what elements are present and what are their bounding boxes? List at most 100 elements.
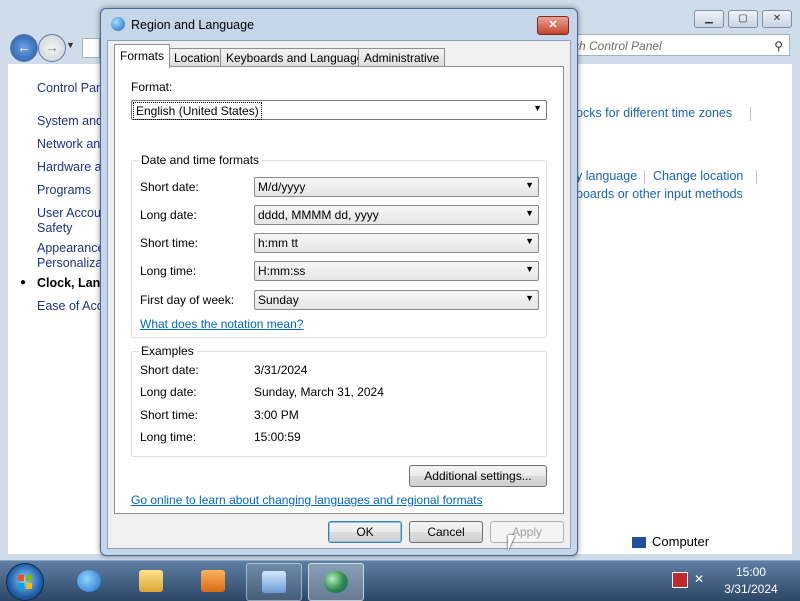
sidebar-item-system-security[interactable]: System and Security	[37, 113, 104, 129]
maximize-button[interactable]: ▢	[728, 10, 758, 28]
cancel-button[interactable]: Cancel	[409, 521, 483, 543]
long-date-label: Long date:	[140, 208, 197, 222]
short-time-select[interactable]: h:mm tt ▼	[254, 233, 539, 253]
computer-icon	[632, 537, 646, 549]
notation-help-link[interactable]: What does the notation mean?	[140, 317, 303, 331]
format-label: Format:	[131, 80, 173, 94]
sidebar-item-programs[interactable]: Programs	[37, 182, 91, 198]
globe-clock-icon	[324, 571, 348, 593]
mouse-pointer-icon	[508, 535, 515, 551]
recent-pages-icon[interactable]: ▼	[66, 40, 75, 50]
chevron-down-icon: ▼	[525, 236, 534, 246]
formats-panel: Format: English (United States) ▼ Date a…	[114, 66, 564, 514]
additional-settings-button[interactable]: Additional settings...	[409, 465, 547, 487]
sidebar-item-user-accounts[interactable]: User Accounts and	[37, 205, 104, 221]
taskbar-clock[interactable]: 15:00 3/31/2024	[716, 564, 786, 598]
short-time-label: Short time:	[140, 236, 199, 250]
sidebar-item-clock-language[interactable]: Clock, Language, and Region	[37, 275, 104, 291]
link-change-location[interactable]: Change location	[653, 169, 743, 183]
search-icon[interactable]: ⚲	[774, 35, 783, 57]
date-time-formats-title: Date and time formats	[138, 153, 263, 167]
apply-button[interactable]: Apply	[490, 521, 564, 543]
taskbar-internet-explorer[interactable]	[62, 563, 116, 599]
example-long-date-label: Long date:	[140, 385, 197, 399]
link-keyboards[interactable]: boards or other input methods	[576, 187, 743, 201]
search-input[interactable]: rch Control Panel ⚲	[560, 34, 790, 56]
taskbar-control-panel[interactable]	[246, 563, 302, 601]
chevron-down-icon: ▼	[525, 208, 534, 218]
sidebar-item-user-accounts-line2[interactable]: Safety	[37, 220, 72, 236]
tab-formats[interactable]: Formats	[114, 44, 171, 68]
sidebar-item-home[interactable]: Control Panel Home	[37, 80, 104, 96]
minimize-button[interactable]: ▁	[694, 10, 724, 28]
start-button[interactable]	[6, 563, 44, 601]
globe-icon	[111, 17, 125, 31]
short-date-select[interactable]: M/d/yyyy ▼	[254, 177, 539, 197]
chevron-down-icon: ▼	[525, 180, 534, 190]
example-short-date-value: 3/31/2024	[254, 363, 308, 377]
format-select[interactable]: English (United States) ▼	[131, 100, 547, 120]
ok-button[interactable]: OK	[328, 521, 402, 543]
date-time-formats-group: Date and time formats Short date: M/d/yy…	[131, 153, 547, 338]
example-short-time-value: 3:00 PM	[254, 408, 299, 422]
short-date-label: Short date:	[140, 180, 199, 194]
link-clocks-time-zones[interactable]: ocks for different time zones	[576, 106, 732, 120]
sidebar-item-appearance[interactable]: Appearance and	[37, 240, 104, 256]
search-placeholder: rch Control Panel	[569, 39, 662, 53]
example-long-time-label: Long time:	[140, 430, 197, 444]
tab-location[interactable]: Location	[168, 48, 226, 67]
examples-title: Examples	[138, 344, 197, 358]
short-date-value: M/d/yyyy	[258, 180, 306, 194]
folder-icon	[139, 570, 163, 592]
tab-administrative[interactable]: Administrative	[358, 48, 446, 67]
long-date-select[interactable]: dddd, MMMM dd, yyyy ▼	[254, 205, 539, 225]
format-select-value: English (United States)	[133, 102, 262, 120]
dialog-close-button[interactable]: ✕	[537, 16, 569, 35]
long-time-select[interactable]: H:mm:ss ▼	[254, 261, 539, 281]
region-language-dialog: Region and Language ✕ Formats Location K…	[100, 8, 578, 556]
media-player-icon	[201, 570, 225, 592]
long-time-label: Long time:	[140, 264, 197, 278]
example-long-time-value: 15:00:59	[254, 430, 301, 444]
volume-muted-icon[interactable]: ✕	[694, 572, 708, 586]
first-day-of-week-value: Sunday	[258, 293, 299, 307]
chevron-down-icon: ▼	[533, 103, 542, 113]
status-computer: Computer	[632, 534, 709, 549]
dialog-body: Formats Location Keyboards and Languages…	[107, 40, 571, 549]
example-short-date-label: Short date:	[140, 363, 199, 377]
chevron-down-icon: ▼	[525, 293, 534, 303]
sidebar-item-appearance-line2[interactable]: Personalization	[37, 255, 104, 271]
windows-logo-icon	[18, 575, 32, 589]
back-button[interactable]: ←	[10, 34, 38, 62]
sidebar-item-network[interactable]: Network and Internet	[37, 136, 104, 152]
long-time-value: H:mm:ss	[258, 264, 306, 278]
short-time-value: h:mm tt	[258, 236, 299, 250]
example-long-date-value: Sunday, March 31, 2024	[254, 385, 384, 399]
sidebar-item-hardware[interactable]: Hardware and Sound	[37, 159, 104, 175]
link-separator	[756, 170, 757, 184]
address-bar-icon[interactable]	[82, 38, 100, 58]
taskbar-file-explorer[interactable]	[124, 563, 178, 599]
network-status-icon[interactable]	[672, 572, 688, 588]
link-separator	[644, 170, 645, 184]
chevron-down-icon: ▼	[525, 264, 534, 274]
example-short-time-label: Short time:	[140, 408, 199, 422]
close-window-button[interactable]: ✕	[762, 10, 792, 28]
taskbar-media-player[interactable]	[186, 563, 240, 599]
taskbar-region-language[interactable]	[308, 563, 364, 601]
first-day-of-week-select[interactable]: Sunday ▼	[254, 290, 539, 310]
first-day-of-week-label: First day of week:	[140, 293, 235, 307]
online-help-link[interactable]: Go online to learn about changing langua…	[131, 493, 483, 507]
tab-keyboards-languages[interactable]: Keyboards and Languages	[220, 48, 376, 67]
dialog-title: Region and Language	[131, 18, 255, 32]
control-panel-sidebar: Control Panel Home System and Security N…	[8, 64, 104, 554]
computer-label: Computer	[652, 534, 710, 549]
forward-button[interactable]: →	[38, 34, 66, 62]
clock-date: 3/31/2024	[724, 582, 778, 596]
control-panel-icon	[262, 571, 286, 593]
link-display-language[interactable]: y language	[576, 169, 637, 183]
internet-explorer-icon	[77, 570, 101, 592]
active-bullet-icon: ●	[20, 277, 27, 288]
examples-group: Examples Short date: 3/31/2024 Long date…	[131, 344, 547, 457]
sidebar-item-ease-of-access[interactable]: Ease of Access	[37, 298, 104, 314]
